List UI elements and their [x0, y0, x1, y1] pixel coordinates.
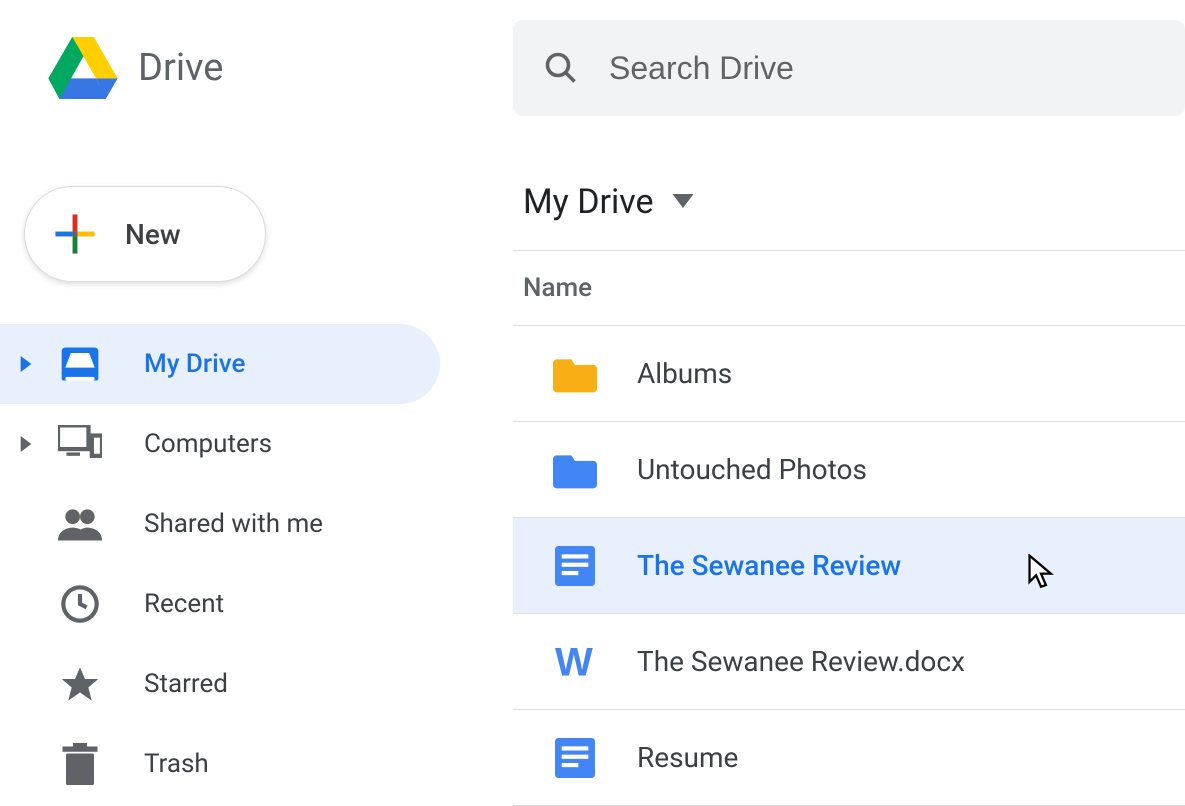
sidebar-item-my-drive[interactable]: My Drive [0, 324, 440, 404]
file-row[interactable]: Resume [513, 710, 1185, 806]
dropdown-caret-icon [672, 193, 694, 212]
folder-icon [553, 352, 597, 396]
people-icon [58, 502, 102, 546]
sidebar-item-computers[interactable]: Computers [0, 404, 465, 484]
file-name: Albums [637, 357, 732, 390]
search-icon [543, 50, 579, 86]
breadcrumb-label: My Drive [523, 182, 654, 222]
file-row[interactable]: The Sewanee Review [513, 518, 1185, 614]
sidebar-item-shared[interactable]: Shared with me [0, 484, 465, 564]
gdoc-icon [553, 544, 597, 588]
drive-logo-icon [48, 37, 118, 99]
folder-icon [553, 448, 597, 492]
search-bar[interactable] [513, 20, 1185, 116]
search-input[interactable] [609, 50, 1155, 87]
clock-icon [58, 582, 102, 626]
expand-icon[interactable] [18, 356, 34, 372]
cursor-icon [1027, 554, 1055, 594]
sidebar-item-label: Shared with me [144, 509, 323, 539]
column-header-name[interactable]: Name [513, 251, 1185, 326]
trash-icon [58, 742, 102, 786]
app-name: Drive [138, 46, 223, 90]
file-name: The Sewanee Review.docx [637, 645, 965, 678]
new-button[interactable]: New [24, 186, 266, 282]
sidebar-item-recent[interactable]: Recent [0, 564, 465, 644]
sidebar-item-label: Starred [144, 669, 228, 699]
sidebar-item-label: Trash [144, 749, 209, 779]
file-row[interactable]: Untouched Photos [513, 422, 1185, 518]
sidebar-item-label: Recent [144, 589, 224, 619]
file-list: Albums Untouched Photos [513, 326, 1185, 806]
sidebar-item-trash[interactable]: Trash [0, 724, 465, 804]
sidebar-item-label: My Drive [144, 349, 245, 379]
sidebar-item-label: Computers [144, 429, 272, 459]
sidebar-item-starred[interactable]: Starred [0, 644, 465, 724]
svg-text:W: W [555, 642, 593, 682]
file-row[interactable]: Albums [513, 326, 1185, 422]
file-name: Resume [637, 741, 738, 774]
breadcrumb[interactable]: My Drive [513, 172, 1185, 251]
gdoc-icon [553, 736, 597, 780]
plus-icon [53, 212, 97, 256]
expand-icon[interactable] [18, 436, 34, 452]
star-icon [58, 662, 102, 706]
nav-list: My Drive Computers [0, 324, 465, 804]
computers-icon [58, 422, 102, 466]
new-button-label: New [125, 218, 181, 251]
drive-icon [58, 342, 102, 386]
header: Drive [0, 0, 1185, 136]
logo-block[interactable]: Drive [48, 37, 513, 99]
file-row[interactable]: W The Sewanee Review.docx [513, 614, 1185, 710]
sidebar: New My Drive [0, 136, 465, 774]
file-name: The Sewanee Review [637, 549, 901, 582]
main-panel: My Drive Name Albums [465, 136, 1185, 774]
file-name: Untouched Photos [637, 453, 867, 486]
word-icon: W [553, 640, 597, 684]
